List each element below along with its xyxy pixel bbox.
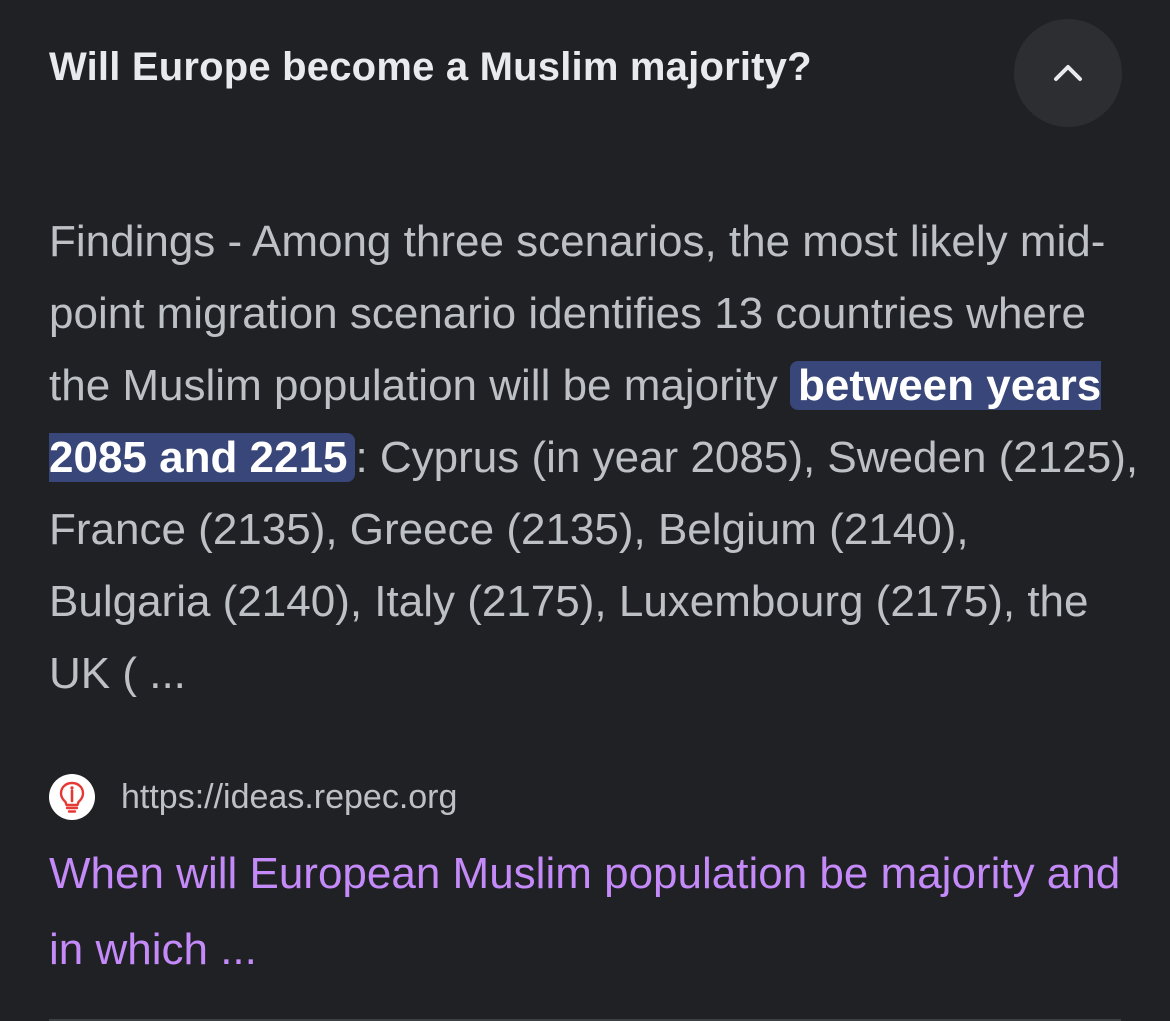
result-title-link[interactable]: When will European Muslim population be … [49,836,1129,988]
source-url[interactable]: https://ideas.repec.org [121,778,457,817]
snippet-text: Findings - Among three scenarios, the mo… [49,206,1139,710]
question-title[interactable]: Will Europe become a Muslim majority? [49,45,812,90]
featured-snippet-panel: Will Europe become a Muslim majority? Fi… [0,0,1170,1021]
question-header[interactable]: Will Europe become a Muslim majority? [0,0,1170,150]
chevron-up-icon [1054,65,1082,81]
lightbulb-icon [59,781,85,813]
collapse-button[interactable] [1014,19,1122,127]
site-favicon [49,774,95,820]
source-row[interactable]: https://ideas.repec.org [49,772,457,822]
